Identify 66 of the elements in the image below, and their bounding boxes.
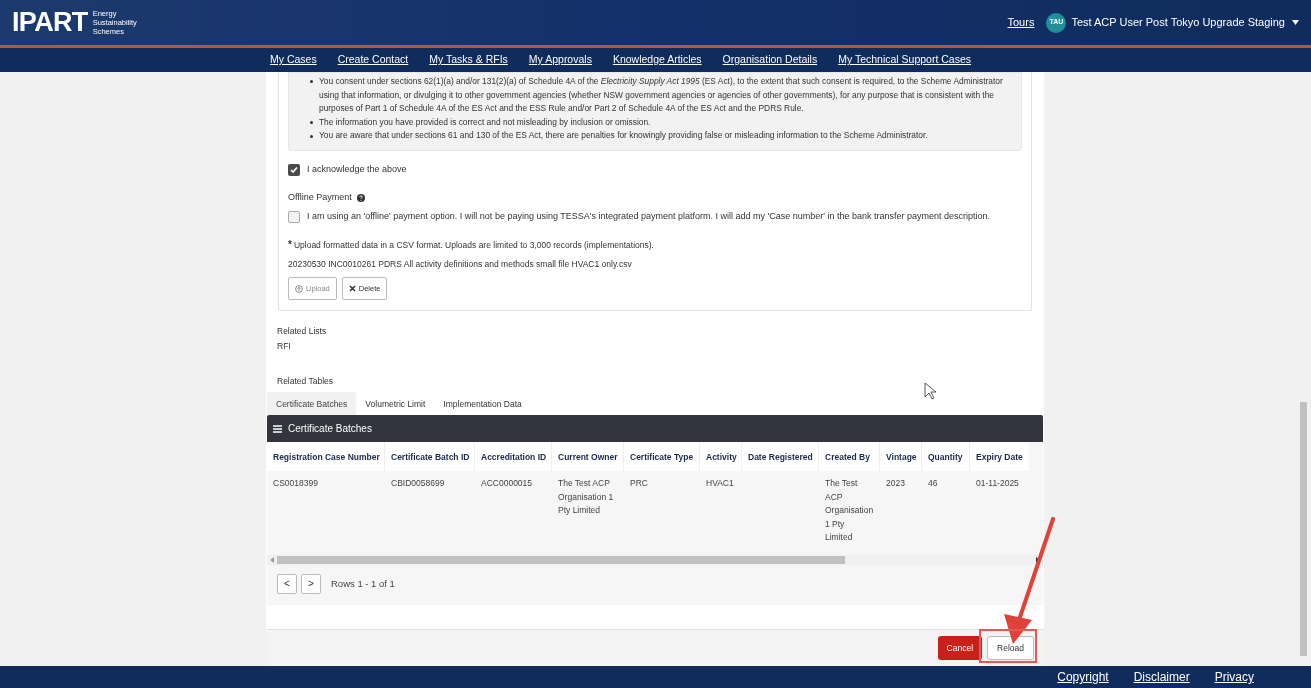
column-header[interactable]: Expiry Date bbox=[970, 442, 1029, 472]
column-header[interactable]: Accreditation ID bbox=[475, 442, 552, 472]
section-title: Related Tables bbox=[277, 374, 335, 388]
required-mark: * bbox=[288, 238, 292, 253]
nav-link[interactable]: Knowledge Articles bbox=[612, 52, 702, 68]
scroll-right-icon[interactable] bbox=[1036, 556, 1040, 563]
related-list-link[interactable]: RFI bbox=[277, 339, 1033, 353]
footer-link[interactable]: Disclaimer bbox=[1133, 668, 1190, 686]
section-title: Related Lists bbox=[277, 325, 328, 338]
column-header[interactable]: Date Registered bbox=[742, 442, 819, 472]
column-header[interactable]: Current Owner bbox=[552, 442, 624, 472]
nav-link[interactable]: My Technical Support Cases bbox=[838, 52, 972, 68]
table-cell: 46 bbox=[928, 478, 938, 489]
cursor-icon bbox=[924, 382, 936, 400]
bullet-icon bbox=[309, 134, 313, 138]
declaration-item: The information you have provided is correct and not misleading by inclusion or omission. bbox=[319, 115, 651, 129]
cancel-button[interactable]: Cancel bbox=[937, 636, 983, 660]
bullet-icon bbox=[309, 121, 313, 125]
help-icon[interactable] bbox=[356, 194, 365, 203]
table-cell: 2023 bbox=[886, 478, 905, 489]
bullet-icon bbox=[309, 80, 313, 84]
column-header[interactable]: Activity bbox=[700, 442, 742, 472]
logo-text: IPART bbox=[12, 9, 88, 36]
column-header[interactable]: Certificate Type bbox=[624, 442, 700, 472]
checkbox[interactable] bbox=[288, 163, 300, 176]
table-cell: The Test ACP Organisation 1 Pty Limited bbox=[558, 478, 614, 516]
file-name: 20230530 INC0010261 PDRS All activity definitions and methods small file HVAC1 only.csv bbox=[288, 258, 633, 272]
field-label: Offline Payment bbox=[288, 191, 352, 205]
column-header[interactable]: Vintage bbox=[880, 442, 922, 472]
declaration-item: You consent under sections 62(1)(a) and/or 131(2)(a) of Schedule 4A of the Electricity Supply Act 1995 (ES Act), to the extent that such consent is required, to the Scheme Administrator using that information, or divulging it to other government agencies (whether NSW government agencies or agencies of other governments), for any purpose that is consistent with the purposes of Part 1 of Schedule 4A of the ES Act and the ESS Rule and/or Part 2 of Schedule 4A of the ES Act and the PDRS Rule. bbox=[319, 75, 1004, 116]
table-title: Certificate Batches bbox=[288, 422, 372, 437]
column-header[interactable]: Certificate Batch ID bbox=[385, 442, 475, 472]
table-cell: The Test ACP Organisation 1 Pty Limited bbox=[825, 478, 874, 543]
table-cell: CBID0058699 bbox=[391, 478, 445, 489]
table-cell: CS0018399 bbox=[273, 478, 318, 489]
table-cell: ACC0000015 bbox=[481, 478, 533, 489]
caret-icon bbox=[1292, 20, 1299, 25]
column-header[interactable]: Created By bbox=[819, 442, 880, 472]
nav-link[interactable]: My Approvals bbox=[528, 52, 592, 68]
reload-button[interactable]: Reload bbox=[987, 636, 1034, 660]
nav-link[interactable]: Organisation Details bbox=[722, 52, 818, 68]
footer-link[interactable]: Copyright bbox=[1057, 668, 1109, 686]
tab[interactable]: Certificate Batches bbox=[267, 392, 357, 416]
upload-instructions: Upload formatted data in a CSV format. Uploads are limited to 3,000 records (implementations). bbox=[293, 239, 654, 253]
upload-icon bbox=[295, 284, 303, 293]
footer-link[interactable]: Privacy bbox=[1214, 668, 1254, 686]
nav-link[interactable]: Create Contact bbox=[337, 52, 409, 68]
table-cell: HVAC1 bbox=[706, 478, 734, 489]
tours-link[interactable]: Tours bbox=[1007, 14, 1035, 31]
highlight-box bbox=[979, 629, 1037, 663]
pagination-summary: Rows 1 - 1 of 1 bbox=[331, 576, 395, 591]
column-header[interactable]: Registration Case Number bbox=[267, 442, 385, 472]
previous-page-button[interactable]: < bbox=[277, 573, 297, 594]
checkbox-label: I acknowledge the above bbox=[307, 162, 407, 176]
nav-link[interactable]: My Cases bbox=[269, 52, 317, 68]
declaration-item: You are aware that under sections 61 and 130 of the ES Act, there are penalties for knowingly providing false or misleading information to the Scheme Administrator. bbox=[319, 129, 928, 143]
table-cell: PRC bbox=[630, 478, 648, 489]
horizontal-scrollbar[interactable] bbox=[267, 554, 1043, 565]
next-page-button[interactable]: > bbox=[301, 573, 321, 594]
menu-icon[interactable] bbox=[273, 424, 282, 433]
nav-link[interactable]: My Tasks & RFIs bbox=[429, 52, 508, 68]
table-cell: 01-11-2025 bbox=[976, 478, 1019, 489]
checkbox[interactable] bbox=[288, 210, 300, 223]
close-icon bbox=[348, 285, 356, 293]
column-header[interactable]: Quantity bbox=[922, 442, 970, 472]
checkbox-label: I am using an 'offline' payment option. I will not be paying using TESSA's integrated payment platform. I will add my 'Case number' in the bank transfer payment description. bbox=[307, 209, 991, 223]
